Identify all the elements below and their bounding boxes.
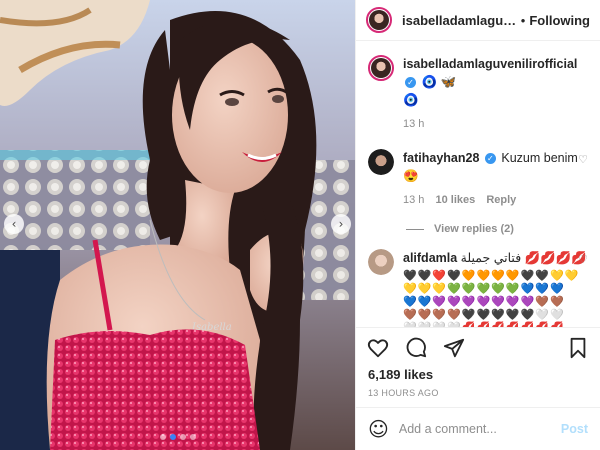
- comment-composer: ☺ Post: [356, 407, 600, 450]
- comment-username[interactable]: fatihayhan28: [403, 151, 479, 165]
- comment-icon[interactable]: [404, 336, 428, 360]
- share-icon[interactable]: [442, 336, 466, 360]
- bookmark-icon[interactable]: [566, 336, 590, 360]
- action-bar: [356, 327, 600, 367]
- photo-illustration: Isabella: [0, 0, 355, 450]
- carousel-dot-active: [169, 434, 176, 440]
- comment-input[interactable]: [398, 422, 561, 436]
- separator: •: [520, 12, 526, 28]
- caption-emojis: 🧿 🦋: [421, 75, 457, 89]
- caption-username[interactable]: isabelladamlaguvenilirofficial: [403, 57, 577, 71]
- comment: alifdamla فتاتي جميلة 💋💋💋💋 🖤🖤❤️🖤🧡🧡🧡🧡🖤🖤💛💛…: [368, 249, 588, 327]
- header-username[interactable]: isabelladamlaguvenilir: [402, 13, 517, 28]
- post-photo[interactable]: Isabella ‹ ›: [0, 0, 355, 450]
- emoji-row: 🤍🤍🤍🤍💋💋💋💋💋💋💋: [403, 321, 588, 327]
- chevron-left-icon[interactable]: ‹: [4, 214, 24, 234]
- smile-icon[interactable]: ☺: [368, 417, 389, 441]
- comment-emoji-rows: 🖤🖤❤️🖤🧡🧡🧡🧡🖤🖤💛💛 💛💛💛💚💚💚💚💚💙💙💙 💙💙💜💜💜💜💜💜💜🤎🤎 🤎🤎…: [403, 269, 588, 327]
- view-replies-label: View replies (2): [434, 223, 514, 235]
- comment-text: فتاتي جميلة 💋💋💋💋: [460, 251, 587, 265]
- post-side-panel: isabelladamlaguvenilir • Following isabe…: [355, 0, 600, 450]
- avatar[interactable]: [368, 149, 394, 175]
- chevron-right-icon[interactable]: ›: [331, 214, 351, 234]
- comments-list: isabelladamlaguvenilirofficial ✓ 🧿 🦋 🧿 1…: [356, 41, 600, 327]
- verified-icon: ✓: [405, 77, 416, 89]
- verified-icon: ✓: [484, 153, 496, 165]
- likes-count[interactable]: 6,189 likes: [356, 367, 600, 385]
- carousel-dot: [189, 434, 196, 440]
- post-button[interactable]: Post: [561, 422, 588, 436]
- comment-username[interactable]: alifdamla: [403, 251, 457, 265]
- heart-icon[interactable]: ♡: [578, 253, 588, 266]
- comment-time[interactable]: 13 h: [403, 194, 424, 206]
- following-button[interactable]: Following: [529, 13, 590, 28]
- view-replies-button[interactable]: View replies (2): [406, 223, 588, 235]
- avatar[interactable]: [368, 55, 394, 81]
- comment: fatihayhan28 ✓ Kuzum benim 😍 13 h 10 lik…: [368, 149, 588, 209]
- caption-time[interactable]: 13 h: [403, 118, 424, 130]
- carousel-dot: [179, 434, 186, 440]
- emoji-row: 💙💙💜💜💜💜💜💜💜🤎🤎: [403, 295, 565, 308]
- reply-button[interactable]: Reply: [486, 194, 516, 206]
- caption-emoji-2: 🧿: [403, 93, 419, 107]
- comment-likes[interactable]: 10 likes: [435, 194, 475, 206]
- emoji-row: 💛💛💛💚💚💚💚💚💙💙💙: [403, 282, 565, 295]
- post-header: isabelladamlaguvenilir • Following: [356, 0, 600, 41]
- post-timestamp[interactable]: 13 HOURS AGO: [356, 385, 600, 407]
- heart-icon[interactable]: ♡: [578, 153, 588, 166]
- instagram-post: Isabella ‹ › isabelladamlaguvenilir • Fo…: [0, 0, 600, 450]
- avatar[interactable]: [366, 7, 392, 33]
- emoji-row: 🖤🖤❤️🖤🧡🧡🧡🧡🖤🖤💛💛: [403, 269, 580, 282]
- emoji-row: 🤎🤎🤎🤎🖤🖤🖤🖤🖤🤍🤍: [403, 308, 565, 321]
- carousel-dot: [159, 434, 166, 440]
- heart-icon[interactable]: [366, 336, 390, 360]
- carousel-indicator: [0, 434, 355, 440]
- caption: isabelladamlaguvenilirofficial ✓ 🧿 🦋 🧿 1…: [368, 55, 588, 133]
- avatar[interactable]: [368, 249, 394, 275]
